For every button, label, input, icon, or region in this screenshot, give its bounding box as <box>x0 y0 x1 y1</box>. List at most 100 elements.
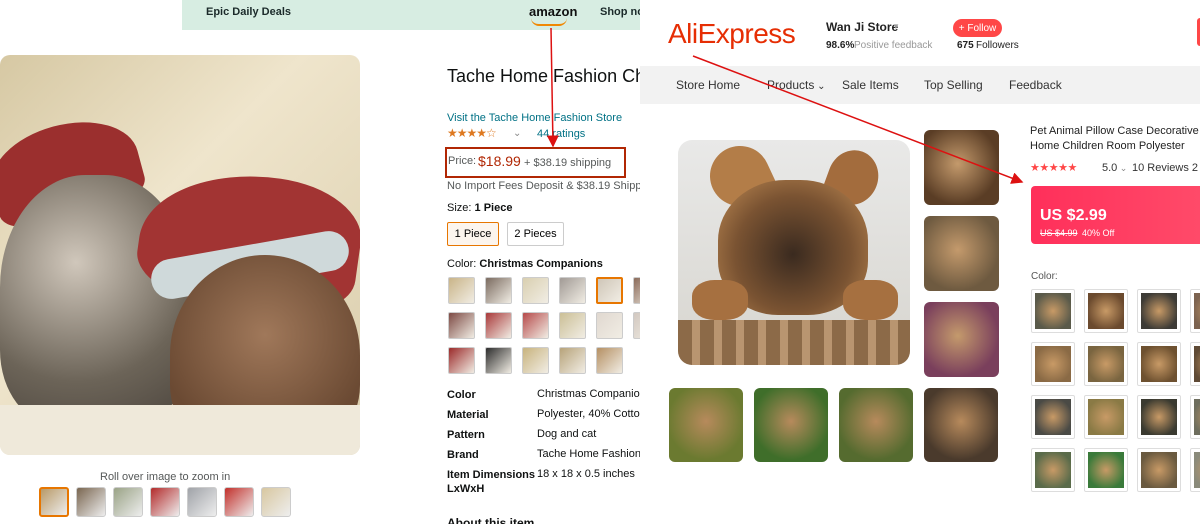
import-fees-note: No Import Fees Deposit & $38.19 Shipp <box>447 180 640 192</box>
color-label: Color: Christmas Companions <box>447 258 603 270</box>
nav-products[interactable]: Products ⌄ <box>767 78 826 92</box>
aliexpress-panel: AliExpress Wan Ji Store ▼ 98.6% Positive… <box>640 0 1200 524</box>
main-product-image[interactable] <box>678 130 910 365</box>
nav-sale-items[interactable]: Sale Items <box>842 78 899 92</box>
spec-key: Color <box>447 389 476 401</box>
color-swatch[interactable] <box>485 277 512 304</box>
gallery-thumbnail[interactable] <box>261 487 291 517</box>
aliexpress-logo[interactable]: AliExpress <box>668 18 796 50</box>
swatch-image <box>1088 293 1124 329</box>
color-swatch[interactable] <box>596 312 623 339</box>
reviews-link[interactable]: 10 Reviews 2 <box>1132 162 1198 174</box>
color-swatch[interactable] <box>522 312 549 339</box>
side-thumbnail[interactable] <box>924 130 999 205</box>
color-swatch[interactable] <box>596 347 623 374</box>
nav-top-selling[interactable]: Top Selling <box>924 78 983 92</box>
color-swatch[interactable] <box>1084 342 1128 386</box>
color-swatch[interactable] <box>559 312 586 339</box>
nav-feedback[interactable]: Feedback <box>1009 78 1062 92</box>
epic-deals-link[interactable]: Epic Daily Deals <box>206 6 291 18</box>
zoom-hint: Roll over image to zoom in <box>100 471 231 483</box>
color-swatch[interactable] <box>1137 289 1181 333</box>
color-swatch[interactable] <box>1190 289 1200 333</box>
side-thumbnail[interactable] <box>924 302 999 377</box>
color-swatch[interactable] <box>1031 289 1075 333</box>
bottom-thumbnail[interactable] <box>839 388 913 462</box>
color-swatch[interactable] <box>1031 448 1075 492</box>
color-swatch[interactable] <box>1084 289 1128 333</box>
product-title: Pet Animal Pillow Case Decorative a Home… <box>1030 125 1200 152</box>
color-swatch[interactable] <box>1137 448 1181 492</box>
pillow-bottom <box>0 405 360 455</box>
size-selected-value: 1 Piece <box>474 202 513 214</box>
swatch-image <box>1141 452 1177 488</box>
price-label: Price: <box>448 155 477 167</box>
size-label: Size: 1 Piece <box>447 202 512 214</box>
color-swatch[interactable] <box>1137 342 1181 386</box>
rating-stars-icon: ★★★★★ <box>1030 162 1077 174</box>
gallery-thumbnail[interactable] <box>150 487 180 517</box>
store-link[interactable]: Visit the Tache Home Fashion Store <box>447 112 622 124</box>
chevron-down-icon: ⌄ <box>1117 163 1128 173</box>
color-selected-value: Christmas Companions <box>479 258 603 270</box>
swatch-image <box>1141 346 1177 382</box>
swatch-image <box>1035 346 1071 382</box>
swatch-image <box>1088 346 1124 382</box>
color-swatch[interactable] <box>485 347 512 374</box>
color-swatch[interactable] <box>448 347 475 374</box>
color-swatch[interactable] <box>522 277 549 304</box>
side-thumbnail[interactable] <box>924 216 999 291</box>
color-swatch[interactable] <box>1031 342 1075 386</box>
store-name[interactable]: Wan Ji Store <box>826 20 898 34</box>
bottom-thumbnail[interactable] <box>924 388 998 462</box>
color-swatch[interactable] <box>596 277 623 304</box>
gallery-thumbnail[interactable] <box>224 487 254 517</box>
spec-value: 18 x 18 x 0.5 inches <box>537 468 635 480</box>
color-swatch[interactable] <box>1190 342 1200 386</box>
about-heading: About this item <box>447 516 535 524</box>
color-swatch[interactable] <box>1031 395 1075 439</box>
main-product-image[interactable] <box>0 55 360 455</box>
color-swatch[interactable] <box>448 277 475 304</box>
amazon-logo[interactable]: amazon <box>529 4 577 19</box>
gallery-thumbnail[interactable] <box>113 487 143 517</box>
color-swatch[interactable] <box>1084 395 1128 439</box>
size-option-2-pieces[interactable]: 2 Pieces <box>507 222 564 246</box>
color-label-text: Color: <box>447 258 477 270</box>
color-swatch[interactable] <box>1137 395 1181 439</box>
feedback-label: Positive feedback <box>854 40 933 51</box>
color-swatch[interactable] <box>522 347 549 374</box>
caret-down-icon[interactable]: ▼ <box>892 22 900 31</box>
bottom-thumbnail[interactable] <box>669 388 743 462</box>
swatch-image <box>1035 399 1071 435</box>
rating-value[interactable]: 5.0 ⌄ <box>1102 162 1127 174</box>
swatch-image <box>1088 399 1124 435</box>
swatch-image <box>1088 452 1124 488</box>
swatch-image <box>1194 399 1200 435</box>
size-option-1-piece[interactable]: 1 Piece <box>447 222 499 246</box>
color-swatch[interactable] <box>633 277 640 304</box>
gallery-thumbnail[interactable] <box>187 487 217 517</box>
rating-stars-icon[interactable]: ★★★★☆ <box>447 126 497 140</box>
spec-value: Christmas Companio <box>537 388 640 400</box>
spec-value: Tache Home Fashion <box>537 448 640 460</box>
color-swatch[interactable] <box>1190 448 1200 492</box>
color-swatch[interactable] <box>633 312 640 339</box>
color-swatch[interactable] <box>559 347 586 374</box>
dog-paw-right <box>843 280 898 320</box>
shop-now-link[interactable]: Shop no <box>600 6 640 18</box>
follow-button[interactable]: + Follow <box>953 19 1002 37</box>
wood-background <box>678 320 910 365</box>
nav-store-home[interactable]: Store Home <box>676 78 740 92</box>
chevron-down-icon[interactable]: ⌄ <box>513 128 521 139</box>
color-swatch[interactable] <box>1084 448 1128 492</box>
gallery-thumbnail[interactable] <box>76 487 106 517</box>
color-swatch[interactable] <box>1190 395 1200 439</box>
bottom-thumbnail[interactable] <box>754 388 828 462</box>
color-swatch[interactable] <box>448 312 475 339</box>
ratings-link[interactable]: 44 ratings <box>537 128 585 140</box>
color-swatch[interactable] <box>559 277 586 304</box>
gallery-thumbnail[interactable] <box>39 487 69 517</box>
swatch-image <box>1194 293 1200 329</box>
color-swatch[interactable] <box>485 312 512 339</box>
